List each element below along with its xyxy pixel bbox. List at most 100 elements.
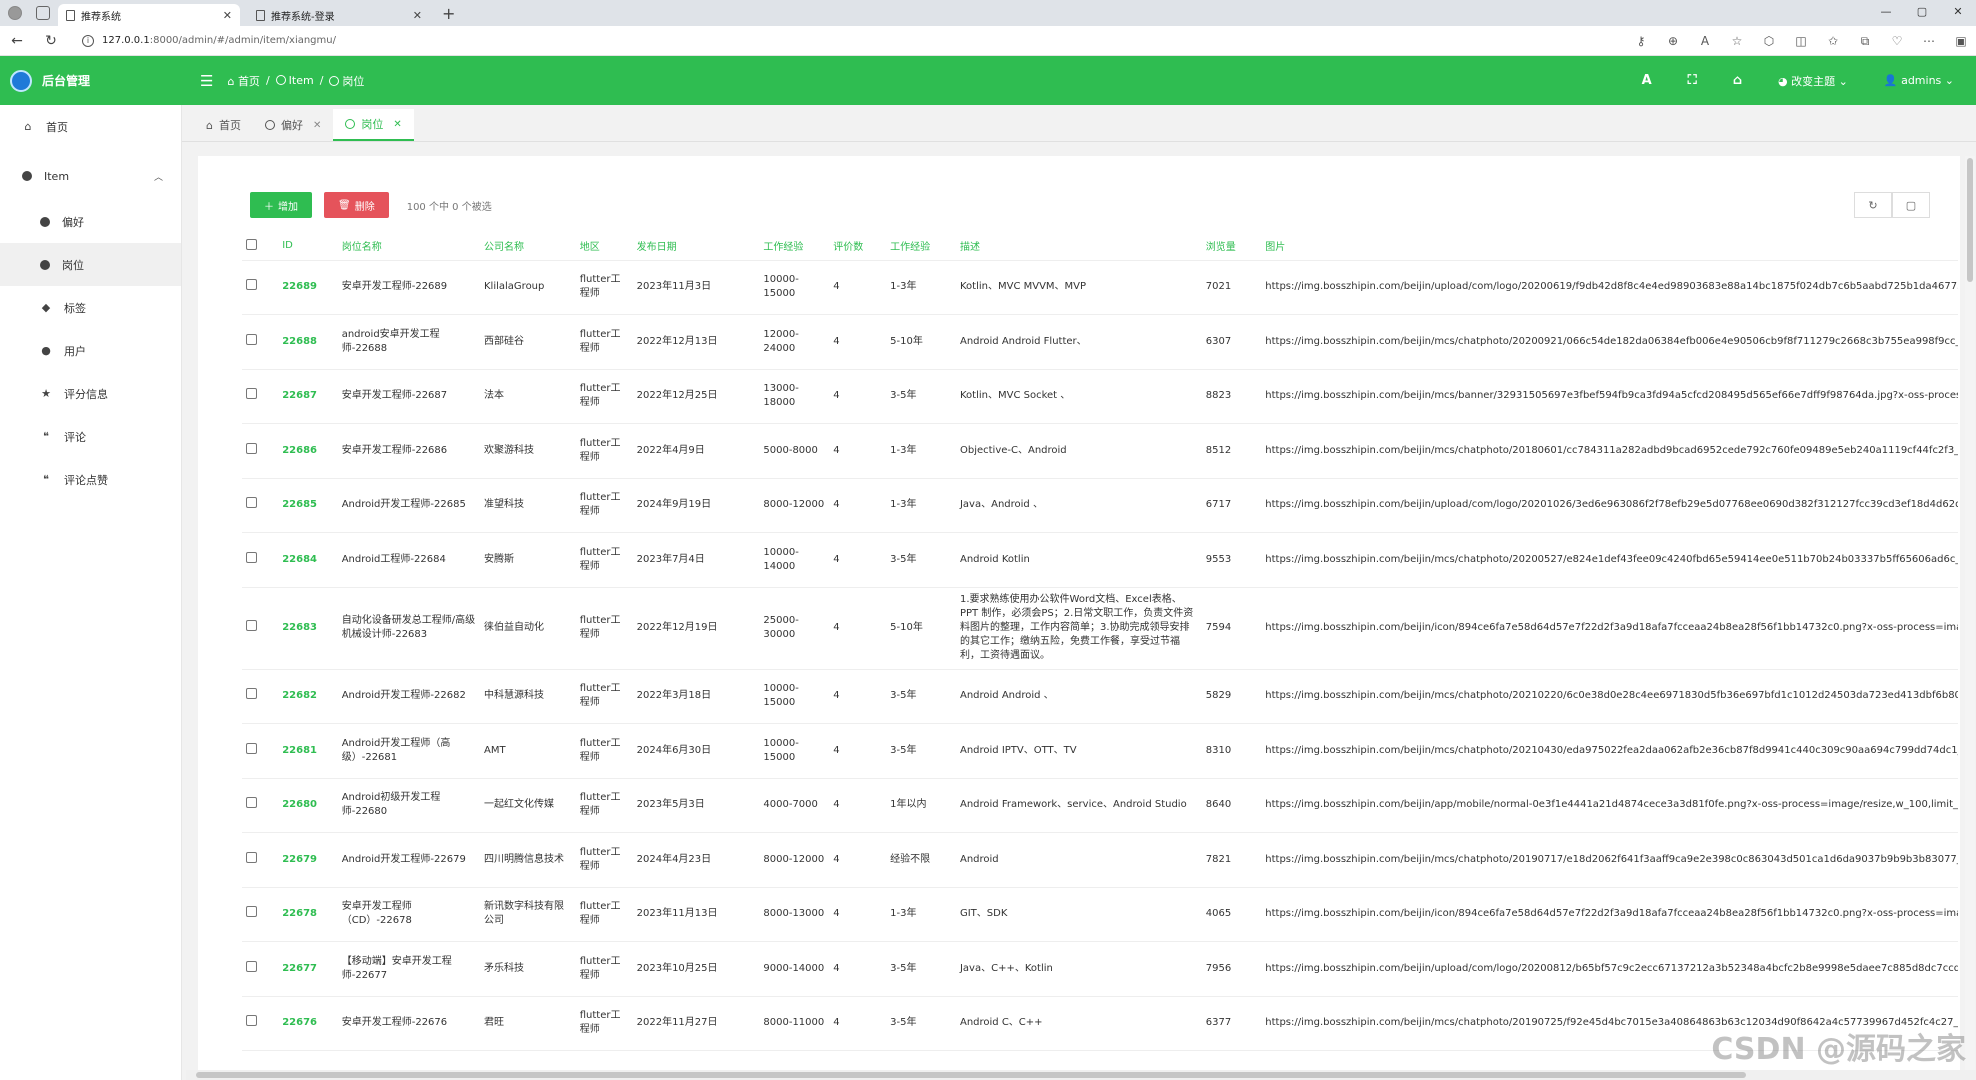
table-row[interactable]: 22684 Android工程师-22684 安腾斯 flutter工程师 2023年7…: [242, 532, 1958, 588]
browser-essentials-icon[interactable]: ♡: [1888, 34, 1906, 48]
read-aloud-icon[interactable]: A: [1696, 34, 1714, 48]
select-all-checkbox[interactable]: [246, 238, 257, 250]
row-checkbox[interactable]: [246, 620, 257, 631]
minimize-button[interactable]: —: [1868, 0, 1904, 26]
more-icon[interactable]: ⋯: [1920, 34, 1938, 48]
table-row[interactable]: 22686 安卓开发工程师-22686 欢聚游科技 flutter工程师 2022年4月…: [242, 423, 1958, 479]
row-id[interactable]: 22677: [278, 941, 338, 997]
site-info-icon[interactable]: i: [82, 34, 94, 47]
theme-switcher[interactable]: ◕ 改变主题 ⌄: [1778, 73, 1848, 89]
table-row[interactable]: 22689 安卓开发工程师-22689 KlilalaGroup flutter工程师…: [242, 260, 1958, 315]
column-header[interactable]: 图片: [1261, 232, 1958, 261]
tab-position[interactable]: 岗位 ✕: [333, 109, 414, 141]
row-id[interactable]: 22684: [278, 532, 338, 588]
column-header[interactable]: 描述: [955, 232, 1202, 261]
close-window-button[interactable]: ✕: [1940, 0, 1976, 26]
favorite-icon[interactable]: ☆: [1728, 34, 1746, 48]
sidebar-item-tags[interactable]: ◆ 标签: [0, 286, 181, 329]
key-icon[interactable]: ⚷: [1632, 34, 1650, 48]
row-checkbox[interactable]: [246, 279, 257, 291]
row-id[interactable]: 22683: [278, 587, 338, 670]
profile-icon[interactable]: [8, 6, 22, 20]
row-id[interactable]: 22689: [278, 260, 338, 315]
close-tab-icon[interactable]: ✕: [413, 9, 422, 22]
vertical-scrollbar[interactable]: [1965, 156, 1975, 1070]
column-header[interactable]: 工作经验: [759, 232, 830, 261]
sidebar-item-position[interactable]: 岗位: [0, 243, 181, 286]
row-checkbox[interactable]: [246, 851, 257, 863]
row-id[interactable]: 22685: [278, 478, 338, 533]
row-id[interactable]: 22682: [278, 669, 338, 724]
sidebar-item-comment-likes[interactable]: ❝ 评论点赞: [0, 458, 181, 501]
row-id[interactable]: 22687: [278, 369, 338, 424]
column-header[interactable]: 公司名称: [480, 232, 576, 261]
row-id[interactable]: 22686: [278, 423, 338, 479]
row-id[interactable]: 22688: [278, 314, 338, 370]
url-field[interactable]: i 127.0.0.1:8000/admin/#/admin/item/xian…: [82, 34, 336, 47]
table-row[interactable]: 22676 安卓开发工程师-22676 君旺 flutter工程师 2022年11月27…: [242, 996, 1958, 1051]
tab-actions-icon[interactable]: [36, 6, 50, 20]
tab-preference[interactable]: 偏好 ✕: [253, 109, 333, 141]
table-row[interactable]: 22680 Android初级开发工程师-22680 一起红文化传媒 flutter工…: [242, 778, 1958, 833]
menu-toggle-icon[interactable]: ☰: [200, 72, 213, 90]
close-icon[interactable]: ✕: [393, 119, 401, 130]
column-header[interactable]: 岗位名称: [337, 232, 480, 261]
table-row[interactable]: 22688 android安卓开发工程师-22688 西部硅谷 flutter工程师 2…: [242, 314, 1958, 370]
table-row[interactable]: 22678 安卓开发工程师（CD）-22678 新讯数字科技有限公司 flutter工…: [242, 887, 1958, 942]
column-header[interactable]: ID: [278, 232, 338, 261]
row-checkbox[interactable]: [246, 742, 257, 754]
row-checkbox[interactable]: [246, 333, 257, 345]
row-checkbox[interactable]: [246, 960, 257, 972]
row-id[interactable]: 22681: [278, 723, 338, 779]
table-row[interactable]: 22681 Android开发工程师（高级）-22681 AMT flutter工程师…: [242, 723, 1958, 779]
add-button[interactable]: ＋增加: [250, 192, 312, 218]
column-header[interactable]: 工作经验: [886, 232, 956, 261]
row-checkbox[interactable]: [246, 551, 257, 563]
sidebar-item-ratings[interactable]: ★ 评分信息: [0, 372, 181, 415]
column-header[interactable]: 评价数: [829, 232, 887, 261]
table-row[interactable]: 22682 Android开发工程师-22682 中科慧源科技 flutter工程师 2…: [242, 669, 1958, 724]
horizontal-scrollbar[interactable]: [186, 1070, 1976, 1080]
sidebar-item-comments[interactable]: ❝ 评论: [0, 415, 181, 458]
collections-icon[interactable]: ⧉: [1856, 34, 1874, 49]
new-tab-button[interactable]: +: [442, 4, 455, 26]
browser-tab-login[interactable]: 推荐系统-登录 ✕: [248, 4, 430, 26]
table-row[interactable]: 22683 自动化设备研发总工程师/高级机械设计师-22683 徕伯益自动化 flut…: [242, 587, 1958, 670]
fullscreen-icon[interactable]: ⛶: [1688, 73, 1697, 88]
scrollbar-thumb[interactable]: [1967, 158, 1973, 282]
column-header[interactable]: 发布日期: [632, 232, 760, 261]
favorites-bar-icon[interactable]: ✩: [1824, 34, 1842, 48]
tab-home[interactable]: ⌂ 首页: [194, 109, 253, 141]
home-icon[interactable]: ⌂: [1733, 73, 1742, 88]
breadcrumb-home[interactable]: ⌂ 首页: [227, 73, 259, 89]
restore-button[interactable]: ▢: [1904, 0, 1940, 26]
close-tab-icon[interactable]: ✕: [223, 9, 232, 22]
row-id[interactable]: 22678: [278, 887, 338, 942]
row-checkbox[interactable]: [246, 797, 257, 809]
refresh-icon[interactable]: ↻: [1854, 192, 1892, 218]
row-checkbox[interactable]: [246, 442, 257, 454]
table-row[interactable]: 22685 Android开发工程师-22685 准望科技 flutter工程师 202…: [242, 478, 1958, 533]
sidebar-item-home[interactable]: ⌂ 首页: [0, 105, 181, 148]
row-id[interactable]: 22676: [278, 996, 338, 1051]
table-row[interactable]: 22679 Android开发工程师-22679 四川明腾信息技术 flutter工程…: [242, 832, 1958, 888]
font-size-icon[interactable]: A: [1642, 73, 1652, 88]
breadcrumb-item[interactable]: Item: [275, 74, 314, 87]
split-screen-icon[interactable]: ◫: [1792, 34, 1810, 48]
columns-icon[interactable]: ▢: [1892, 192, 1930, 218]
scrollbar-thumb[interactable]: [196, 1072, 1746, 1078]
extensions-icon[interactable]: ⬡: [1760, 34, 1778, 48]
delete-button[interactable]: 🗑 删除: [324, 192, 389, 218]
row-checkbox[interactable]: [246, 497, 257, 509]
close-icon[interactable]: ✕: [313, 120, 321, 131]
column-header[interactable]: 地区: [575, 232, 633, 261]
sidebar-group-item[interactable]: Item ︿: [0, 152, 181, 200]
row-checkbox[interactable]: [246, 688, 257, 700]
reload-icon[interactable]: ↻: [34, 33, 68, 49]
column-header[interactable]: 浏览量: [1201, 232, 1262, 261]
row-checkbox[interactable]: [246, 388, 257, 400]
table-row[interactable]: 22687 安卓开发工程师-22687 法本 flutter工程师 2022年12月25…: [242, 369, 1958, 424]
row-id[interactable]: 22680: [278, 778, 338, 833]
row-id[interactable]: 22679: [278, 832, 338, 888]
zoom-icon[interactable]: ⊕: [1664, 34, 1682, 48]
